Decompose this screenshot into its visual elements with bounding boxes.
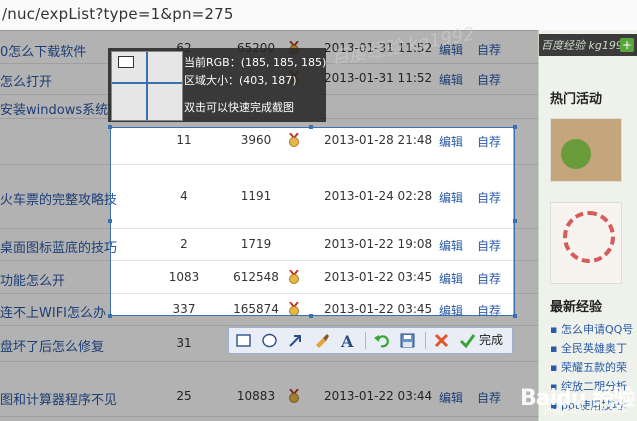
resize-handle[interactable] xyxy=(513,125,517,129)
baidu-url: jingyan.baidu.com xyxy=(544,406,628,416)
url-text[interactable]: /nuc/expList?type=1&pn=275 xyxy=(2,5,234,23)
rectangle-icon[interactable] xyxy=(235,332,252,349)
sidebar-header-bar: 百度经验 kg1992 + xyxy=(539,34,637,56)
capture-selection[interactable] xyxy=(108,125,517,318)
list-item[interactable]: 全民英雄奥丁 xyxy=(550,339,637,358)
text-icon[interactable]: A xyxy=(339,332,356,349)
ellipse-icon[interactable] xyxy=(261,332,278,349)
hot-activity-image-2[interactable] xyxy=(550,202,622,284)
monitor-icon xyxy=(118,56,134,68)
brush-icon[interactable] xyxy=(313,332,330,349)
resize-handle[interactable] xyxy=(309,125,313,129)
undo-icon[interactable] xyxy=(373,332,390,349)
resize-handle[interactable] xyxy=(108,314,112,318)
crosshair-v xyxy=(146,52,148,120)
toolbar-divider xyxy=(425,332,426,349)
hot-activity-title: 热门活动 xyxy=(550,92,603,107)
cancel-icon[interactable] xyxy=(433,332,450,349)
resize-handle[interactable] xyxy=(513,314,517,318)
list-item[interactable]: 怎么申请QQ号 xyxy=(550,320,637,339)
done-button-label[interactable]: 完成 xyxy=(479,332,503,349)
resize-handle[interactable] xyxy=(309,314,313,318)
address-bar[interactable]: /nuc/expList?type=1&pn=275 xyxy=(0,0,637,31)
rgb-readout: 当前RGB：(185, 185, 185) xyxy=(184,56,327,69)
plus-icon[interactable]: + xyxy=(620,38,634,52)
right-sidebar: 百度经验 kg1992 + 热门活动 最新经验 怎么申请QQ号 全民英雄奥丁 荣… xyxy=(538,30,637,421)
resize-handle[interactable] xyxy=(108,125,112,129)
svg-text:A: A xyxy=(340,332,354,349)
resize-handle[interactable] xyxy=(513,219,517,223)
done-check-icon[interactable] xyxy=(459,332,476,349)
list-item[interactable]: 荣耀五款的荣 xyxy=(550,358,637,377)
size-readout: 区域大小：(403, 187) xyxy=(184,74,297,87)
capture-info-panel: 当前RGB：(185, 185, 185) 区域大小：(403, 187) 双击… xyxy=(108,48,326,122)
magnifier xyxy=(111,51,183,121)
arrow-icon[interactable] xyxy=(287,332,304,349)
toolbar-divider xyxy=(365,332,366,349)
capture-hint: 双击可以快速完成截图 xyxy=(184,101,294,114)
hot-activity-image-1[interactable] xyxy=(550,118,622,182)
resize-handle[interactable] xyxy=(108,219,112,223)
watermark-text: 百度经验 kg1992 xyxy=(541,39,630,52)
latest-experience-title: 最新经验 xyxy=(550,300,603,315)
capture-shade xyxy=(0,127,110,315)
capture-toolbar: A 完成 xyxy=(228,327,513,354)
save-icon[interactable] xyxy=(399,332,416,349)
baidu-logo: Baidu 经验 jingyan.baidu.com xyxy=(520,380,637,421)
